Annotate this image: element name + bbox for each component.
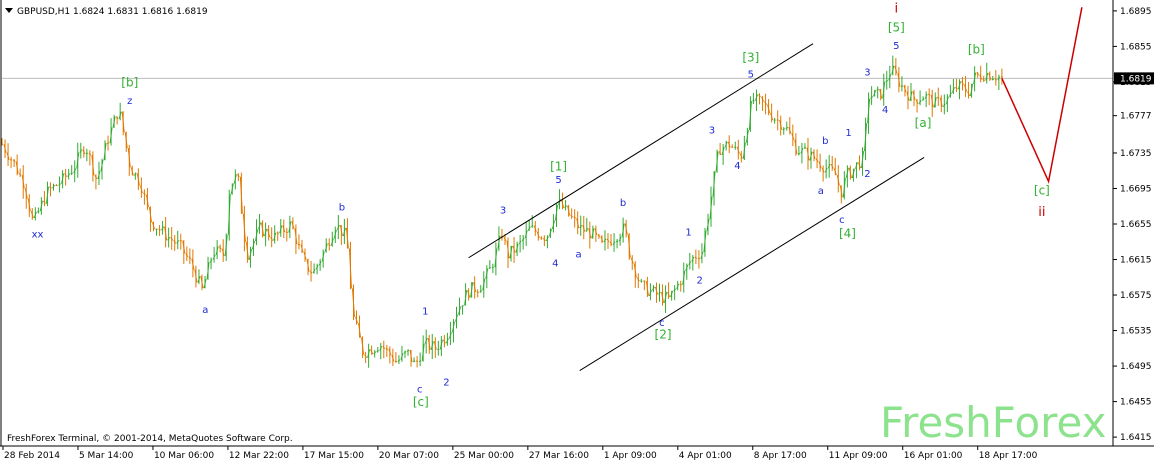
wave-label: 3	[864, 68, 870, 79]
brand-watermark: FreshForex	[880, 398, 1106, 447]
wave-label: [5]	[888, 20, 905, 34]
x-tick-label: 25 Mar 00:00	[454, 451, 514, 461]
wave-label: [4]	[839, 226, 856, 240]
wave-label: [3]	[742, 50, 759, 64]
x-tick-label: 20 Mar 07:00	[379, 451, 439, 461]
wave-label: b	[620, 198, 626, 209]
wave-label: [b]	[968, 43, 985, 57]
y-tick-label: 1.6575	[1120, 291, 1152, 301]
candle-body	[616, 241, 618, 242]
candle-body	[286, 232, 288, 233]
wave-label: 1	[422, 307, 428, 318]
wave-label: 3	[709, 125, 715, 136]
y-tick-label: 1.6855	[1120, 42, 1152, 52]
y-tick-label: 1.6615	[1120, 256, 1152, 266]
wave-label: xx	[32, 229, 44, 240]
x-tick-label: 18 Apr 17:00	[979, 451, 1038, 461]
candle-body	[928, 94, 930, 95]
wave-label: 4	[734, 161, 740, 172]
y-tick-label: 1.6695	[1120, 184, 1152, 194]
price-chart[interactable]: [b]zxxab12c[c]345[1]abc[2]1234[3]5abc[4]…	[0, 0, 1154, 464]
wave-label: 4	[552, 259, 558, 270]
y-tick-label: 1.6415	[1120, 433, 1152, 443]
candle-body	[937, 97, 939, 98]
wave-label: i	[895, 2, 899, 17]
wave-label: 5	[748, 69, 754, 80]
wave-label: ii	[1038, 205, 1045, 220]
wave-label: 5	[555, 175, 561, 186]
x-tick-label: 17 Mar 15:00	[304, 451, 364, 461]
x-tick-label: 11 Apr 09:00	[829, 451, 888, 461]
x-tick-label: 16 Apr 01:00	[904, 451, 963, 461]
wave-label: 4	[882, 105, 888, 116]
x-tick-label: 1 Apr 09:00	[604, 451, 657, 461]
wave-label: [1]	[550, 160, 567, 174]
wave-label: 5	[893, 41, 899, 52]
wave-label: [c]	[1034, 184, 1050, 198]
wave-label: b	[339, 203, 345, 214]
y-tick-label: 1.6895	[1120, 7, 1152, 17]
wave-label: 2	[443, 378, 449, 389]
wave-label: 2	[864, 169, 870, 180]
y-tick-label: 1.6495	[1120, 362, 1152, 372]
candle-body	[419, 361, 421, 362]
x-tick-label: 28 Feb 2014	[4, 451, 60, 461]
y-tick-label: 1.6655	[1120, 220, 1152, 230]
wave-label: z	[127, 96, 132, 107]
y-tick-label: 1.6455	[1120, 398, 1152, 408]
y-tick-label: 1.6735	[1120, 149, 1152, 159]
wave-label: a	[818, 186, 824, 197]
candle-body	[71, 173, 73, 174]
wave-label: [b]	[121, 75, 138, 89]
wave-label: [c]	[413, 395, 429, 409]
x-tick-label: 4 Apr 01:00	[679, 451, 732, 461]
y-tick-label: 1.6535	[1120, 327, 1152, 337]
wave-label: 2	[697, 275, 703, 286]
y-tick-label: 1.6777	[1120, 112, 1152, 122]
symbol-info: GBPUSD,H1 1.6824 1.6831 1.6816 1.6819	[17, 7, 208, 17]
wave-label: [2]	[655, 328, 672, 342]
x-tick-label: 10 Mar 06:00	[154, 451, 214, 461]
x-tick-label: 27 Mar 16:00	[529, 451, 589, 461]
x-tick-label: 8 Apr 17:00	[754, 451, 807, 461]
wave-label: c	[839, 215, 845, 226]
x-tick-label: 12 Mar 22:00	[229, 451, 289, 461]
chart-root: [b]zxxab12c[c]345[1]abc[2]1234[3]5abc[4]…	[0, 0, 1154, 464]
wave-label: 1	[685, 228, 691, 239]
x-tick-label: 5 Mar 14:00	[79, 451, 134, 461]
wave-label: a	[202, 305, 208, 316]
copyright-text: FreshForex Terminal, © 2001-2014, MetaQu…	[7, 434, 293, 444]
wave-label: a	[576, 250, 582, 261]
wave-label: b	[822, 136, 828, 147]
wave-label: [a]	[915, 116, 932, 130]
wave-label: 1	[845, 128, 851, 139]
wave-label: 3	[500, 205, 506, 216]
current-price-label: 1.6819	[1120, 74, 1152, 84]
